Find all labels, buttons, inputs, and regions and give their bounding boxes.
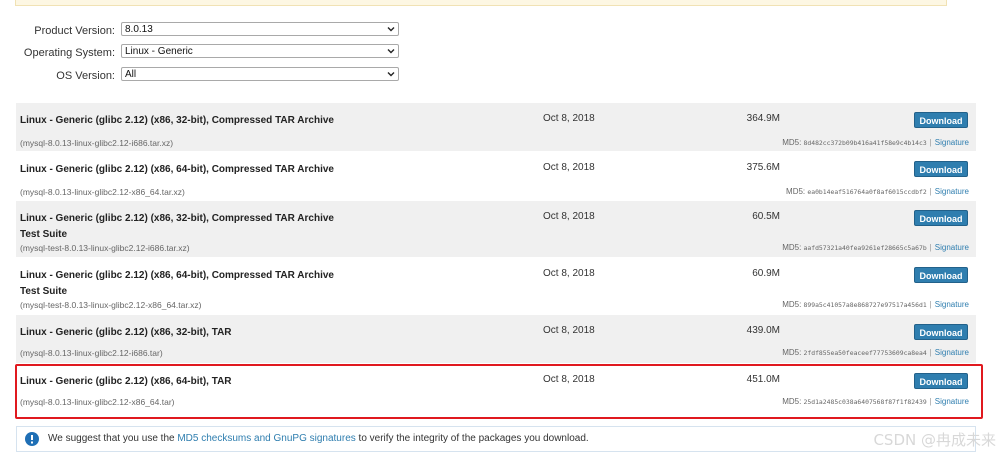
download-row: Linux - Generic (glibc 2.12) (x86, 32-bi…: [16, 201, 976, 258]
md5-signatures-link[interactable]: MD5 checksums and GnuPG signatures: [177, 433, 355, 444]
signature-link[interactable]: Signature: [935, 348, 969, 357]
file-size: 439.0M: [746, 325, 780, 336]
download-button[interactable]: Download: [914, 267, 968, 283]
release-date: Oct 8, 2018: [543, 211, 595, 222]
top-alert-bar: [15, 0, 947, 6]
release-date: Oct 8, 2018: [543, 113, 595, 124]
file-size: 364.9M: [746, 113, 780, 124]
notice-text: We suggest that you use the MD5 checksum…: [48, 433, 589, 444]
os-version-value: All: [125, 69, 137, 80]
release-date: Oct 8, 2018: [543, 325, 595, 336]
package-filename: (mysql-8.0.13-linux-glibc2.12-i686.tar): [20, 348, 163, 358]
download-button[interactable]: Download: [914, 161, 968, 177]
signature-link[interactable]: Signature: [935, 187, 969, 196]
operating-system-value: Linux - Generic: [125, 46, 193, 57]
package-name: Linux - Generic (glibc 2.12) (x86, 64-bi…: [20, 164, 334, 175]
md5-checksum: MD5: ea0b14eaf516764a0f8af6015ccdbf2 | Sig…: [786, 187, 969, 196]
package-name: Linux - Generic (glibc 2.12) (x86, 32-bi…: [20, 327, 232, 338]
download-row: Linux - Generic (glibc 2.12) (x86, 64-bi…: [16, 152, 976, 201]
os-version-label: OS Version:: [56, 70, 115, 82]
os-version-select[interactable]: All: [121, 67, 399, 81]
operating-system-label: Operating System:: [23, 47, 115, 59]
package-name: Linux - Generic (glibc 2.12) (x86, 64-bi…: [20, 270, 334, 297]
download-row: Linux - Generic (glibc 2.12) (x86, 64-bi…: [16, 258, 976, 315]
package-filename: (mysql-test-8.0.13-linux-glibc2.12-x86_6…: [20, 300, 202, 310]
package-name: Linux - Generic (glibc 2.12) (x86, 32-bi…: [20, 115, 334, 126]
product-version-label: Product Version:: [34, 25, 115, 37]
md5-checksum: MD5: 2fdf855ea50feaceef77753609ca8ea4 | Si…: [782, 348, 969, 357]
download-button[interactable]: Download: [914, 324, 968, 340]
download-row: Linux - Generic (glibc 2.12) (x86, 32-bi…: [16, 103, 976, 152]
integrity-notice: We suggest that you use the MD5 checksum…: [16, 426, 976, 452]
chevron-down-icon: [387, 72, 395, 77]
signature-link[interactable]: Signature: [935, 138, 969, 147]
release-date: Oct 8, 2018: [543, 268, 595, 279]
watermark: CSDN @冉成未来: [873, 431, 996, 449]
product-version-select[interactable]: 8.0.13: [121, 22, 399, 36]
file-size: 60.9M: [752, 268, 780, 279]
file-size: 60.5M: [752, 211, 780, 222]
product-version-value: 8.0.13: [125, 24, 153, 35]
signature-link[interactable]: Signature: [935, 243, 969, 252]
package-filename: (mysql-8.0.13-linux-glibc2.12-i686.tar.x…: [20, 138, 174, 148]
md5-checksum: MD5: 8d482cc372b09b416a41f58e9c4b14c3 | Si…: [782, 138, 969, 147]
highlight-box: [15, 364, 983, 419]
download-button[interactable]: Download: [914, 210, 968, 226]
md5-checksum: MD5: 899a5c41057a8e868727e97517a456d1 | Si…: [782, 300, 969, 309]
info-icon: [25, 432, 39, 446]
package-filename: (mysql-8.0.13-linux-glibc2.12-x86_64.tar…: [20, 187, 185, 197]
download-button[interactable]: Download: [914, 112, 968, 128]
chevron-down-icon: [387, 49, 395, 54]
package-name: Linux - Generic (glibc 2.12) (x86, 32-bi…: [20, 213, 334, 240]
download-row: Linux - Generic (glibc 2.12) (x86, 32-bi…: [16, 315, 976, 364]
release-date: Oct 8, 2018: [543, 162, 595, 173]
file-size: 375.6M: [746, 162, 780, 173]
signature-link[interactable]: Signature: [935, 300, 969, 309]
package-filename: (mysql-test-8.0.13-linux-glibc2.12-i686.…: [20, 243, 190, 253]
chevron-down-icon: [387, 27, 395, 32]
operating-system-select[interactable]: Linux - Generic: [121, 44, 399, 58]
md5-checksum: MD5: aafd57321a40fea9261ef28665c5a67b | Si…: [782, 243, 969, 252]
